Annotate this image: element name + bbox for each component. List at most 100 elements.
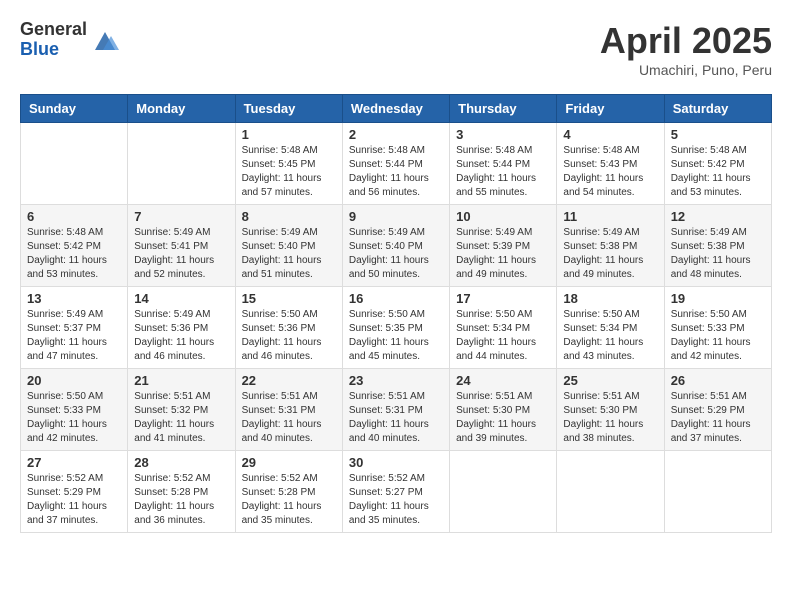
logo-general-text: General <box>20 20 87 40</box>
day-number: 25 <box>563 373 657 388</box>
calendar-cell: 28 Sunrise: 5:52 AM Sunset: 5:28 PM Dayli… <box>128 451 235 533</box>
day-number: 23 <box>349 373 443 388</box>
day-info: Sunrise: 5:51 AM Sunset: 5:29 PM Dayligh… <box>671 390 765 446</box>
weekday-header: Friday <box>557 95 664 123</box>
logo: General Blue <box>20 20 119 60</box>
calendar-cell <box>21 123 128 205</box>
calendar-cell: 21 Sunrise: 5:51 AM Sunset: 5:32 PM Dayli… <box>128 369 235 451</box>
day-number: 9 <box>349 209 443 224</box>
day-info: Sunrise: 5:48 AM Sunset: 5:42 PM Dayligh… <box>671 144 765 200</box>
calendar-cell: 20 Sunrise: 5:50 AM Sunset: 5:33 PM Dayli… <box>21 369 128 451</box>
calendar-cell: 17 Sunrise: 5:50 AM Sunset: 5:34 PM Dayli… <box>450 287 557 369</box>
weekday-header: Wednesday <box>342 95 449 123</box>
calendar-cell: 2 Sunrise: 5:48 AM Sunset: 5:44 PM Daylig… <box>342 123 449 205</box>
day-number: 21 <box>134 373 228 388</box>
day-info: Sunrise: 5:50 AM Sunset: 5:34 PM Dayligh… <box>563 308 657 364</box>
day-info: Sunrise: 5:51 AM Sunset: 5:31 PM Dayligh… <box>349 390 443 446</box>
day-info: Sunrise: 5:49 AM Sunset: 5:38 PM Dayligh… <box>563 226 657 282</box>
day-info: Sunrise: 5:51 AM Sunset: 5:31 PM Dayligh… <box>242 390 336 446</box>
day-info: Sunrise: 5:52 AM Sunset: 5:28 PM Dayligh… <box>134 472 228 528</box>
calendar-cell: 8 Sunrise: 5:49 AM Sunset: 5:40 PM Daylig… <box>235 205 342 287</box>
day-number: 18 <box>563 291 657 306</box>
logo-icon <box>91 26 119 54</box>
day-number: 27 <box>27 455 121 470</box>
weekday-header: Saturday <box>664 95 771 123</box>
day-info: Sunrise: 5:50 AM Sunset: 5:33 PM Dayligh… <box>671 308 765 364</box>
calendar-cell: 9Sunrise: 5:49 AM Sunset: 5:40 PM Daylig… <box>342 205 449 287</box>
day-info: Sunrise: 5:50 AM Sunset: 5:36 PM Dayligh… <box>242 308 336 364</box>
day-number: 6 <box>27 209 121 224</box>
day-info: Sunrise: 5:48 AM Sunset: 5:44 PM Dayligh… <box>456 144 550 200</box>
weekday-header: Tuesday <box>235 95 342 123</box>
calendar-cell: 4 Sunrise: 5:48 AM Sunset: 5:43 PM Daylig… <box>557 123 664 205</box>
day-info: Sunrise: 5:49 AM Sunset: 5:41 PM Dayligh… <box>134 226 228 282</box>
calendar-week-row: 20 Sunrise: 5:50 AM Sunset: 5:33 PM Dayli… <box>21 369 772 451</box>
day-number: 11 <box>563 209 657 224</box>
calendar-cell: 11 Sunrise: 5:49 AM Sunset: 5:38 PM Dayli… <box>557 205 664 287</box>
day-number: 20 <box>27 373 121 388</box>
day-info: Sunrise: 5:49 AM Sunset: 5:39 PM Dayligh… <box>456 226 550 282</box>
weekday-header: Sunday <box>21 95 128 123</box>
calendar-week-row: 6 Sunrise: 5:48 AM Sunset: 5:42 PM Daylig… <box>21 205 772 287</box>
calendar-week-row: 1 Sunrise: 5:48 AM Sunset: 5:45 PM Daylig… <box>21 123 772 205</box>
day-info: Sunrise: 5:52 AM Sunset: 5:28 PM Dayligh… <box>242 472 336 528</box>
day-number: 16 <box>349 291 443 306</box>
calendar-cell: 14 Sunrise: 5:49 AM Sunset: 5:36 PM Dayli… <box>128 287 235 369</box>
day-info: Sunrise: 5:48 AM Sunset: 5:43 PM Dayligh… <box>563 144 657 200</box>
day-info: Sunrise: 5:50 AM Sunset: 5:33 PM Dayligh… <box>27 390 121 446</box>
calendar-cell: 29 Sunrise: 5:52 AM Sunset: 5:28 PM Dayli… <box>235 451 342 533</box>
day-number: 7 <box>134 209 228 224</box>
day-info: Sunrise: 5:49 AM Sunset: 5:37 PM Dayligh… <box>27 308 121 364</box>
calendar-cell: 13 Sunrise: 5:49 AM Sunset: 5:37 PM Dayli… <box>21 287 128 369</box>
calendar-cell: 22 Sunrise: 5:51 AM Sunset: 5:31 PM Dayli… <box>235 369 342 451</box>
calendar-week-row: 13 Sunrise: 5:49 AM Sunset: 5:37 PM Dayli… <box>21 287 772 369</box>
day-number: 12 <box>671 209 765 224</box>
calendar-cell <box>128 123 235 205</box>
calendar-cell: 19 Sunrise: 5:50 AM Sunset: 5:33 PM Dayli… <box>664 287 771 369</box>
day-number: 4 <box>563 127 657 142</box>
calendar-week-row: 27 Sunrise: 5:52 AM Sunset: 5:29 PM Dayli… <box>21 451 772 533</box>
weekday-header: Monday <box>128 95 235 123</box>
day-number: 17 <box>456 291 550 306</box>
day-info: Sunrise: 5:51 AM Sunset: 5:32 PM Dayligh… <box>134 390 228 446</box>
day-number: 8 <box>242 209 336 224</box>
day-number: 3 <box>456 127 550 142</box>
calendar-cell: 10 Sunrise: 5:49 AM Sunset: 5:39 PM Dayli… <box>450 205 557 287</box>
day-info: Sunrise: 5:50 AM Sunset: 5:35 PM Dayligh… <box>349 308 443 364</box>
day-number: 22 <box>242 373 336 388</box>
calendar-cell: 6 Sunrise: 5:48 AM Sunset: 5:42 PM Daylig… <box>21 205 128 287</box>
location: Umachiri, Puno, Peru <box>600 62 772 78</box>
day-number: 30 <box>349 455 443 470</box>
day-number: 28 <box>134 455 228 470</box>
day-number: 19 <box>671 291 765 306</box>
day-number: 10 <box>456 209 550 224</box>
calendar-cell: 27 Sunrise: 5:52 AM Sunset: 5:29 PM Dayli… <box>21 451 128 533</box>
day-info: Sunrise: 5:48 AM Sunset: 5:45 PM Dayligh… <box>242 144 336 200</box>
day-number: 29 <box>242 455 336 470</box>
day-info: Sunrise: 5:49 AM Sunset: 5:38 PM Dayligh… <box>671 226 765 282</box>
calendar-cell: 30Sunrise: 5:52 AM Sunset: 5:27 PM Dayli… <box>342 451 449 533</box>
day-number: 15 <box>242 291 336 306</box>
day-number: 24 <box>456 373 550 388</box>
day-info: Sunrise: 5:48 AM Sunset: 5:44 PM Dayligh… <box>349 144 443 200</box>
calendar-cell: 12 Sunrise: 5:49 AM Sunset: 5:38 PM Dayli… <box>664 205 771 287</box>
calendar-cell: 1 Sunrise: 5:48 AM Sunset: 5:45 PM Daylig… <box>235 123 342 205</box>
day-info: Sunrise: 5:49 AM Sunset: 5:40 PM Dayligh… <box>242 226 336 282</box>
day-info: Sunrise: 5:50 AM Sunset: 5:34 PM Dayligh… <box>456 308 550 364</box>
day-number: 1 <box>242 127 336 142</box>
day-number: 13 <box>27 291 121 306</box>
calendar-cell: 15 Sunrise: 5:50 AM Sunset: 5:36 PM Dayli… <box>235 287 342 369</box>
calendar-cell <box>664 451 771 533</box>
calendar-cell: 26Sunrise: 5:51 AM Sunset: 5:29 PM Dayli… <box>664 369 771 451</box>
day-number: 2 <box>349 127 443 142</box>
day-number: 14 <box>134 291 228 306</box>
logo-blue-text: Blue <box>20 40 87 60</box>
calendar-cell: 16 Sunrise: 5:50 AM Sunset: 5:35 PM Dayli… <box>342 287 449 369</box>
day-info: Sunrise: 5:48 AM Sunset: 5:42 PM Dayligh… <box>27 226 121 282</box>
day-info: Sunrise: 5:49 AM Sunset: 5:36 PM Dayligh… <box>134 308 228 364</box>
day-info: Sunrise: 5:52 AM Sunset: 5:29 PM Dayligh… <box>27 472 121 528</box>
calendar-header-row: SundayMondayTuesdayWednesdayThursdayFrid… <box>21 95 772 123</box>
calendar-cell: 25Sunrise: 5:51 AM Sunset: 5:30 PM Dayli… <box>557 369 664 451</box>
calendar-cell <box>557 451 664 533</box>
calendar-cell <box>450 451 557 533</box>
